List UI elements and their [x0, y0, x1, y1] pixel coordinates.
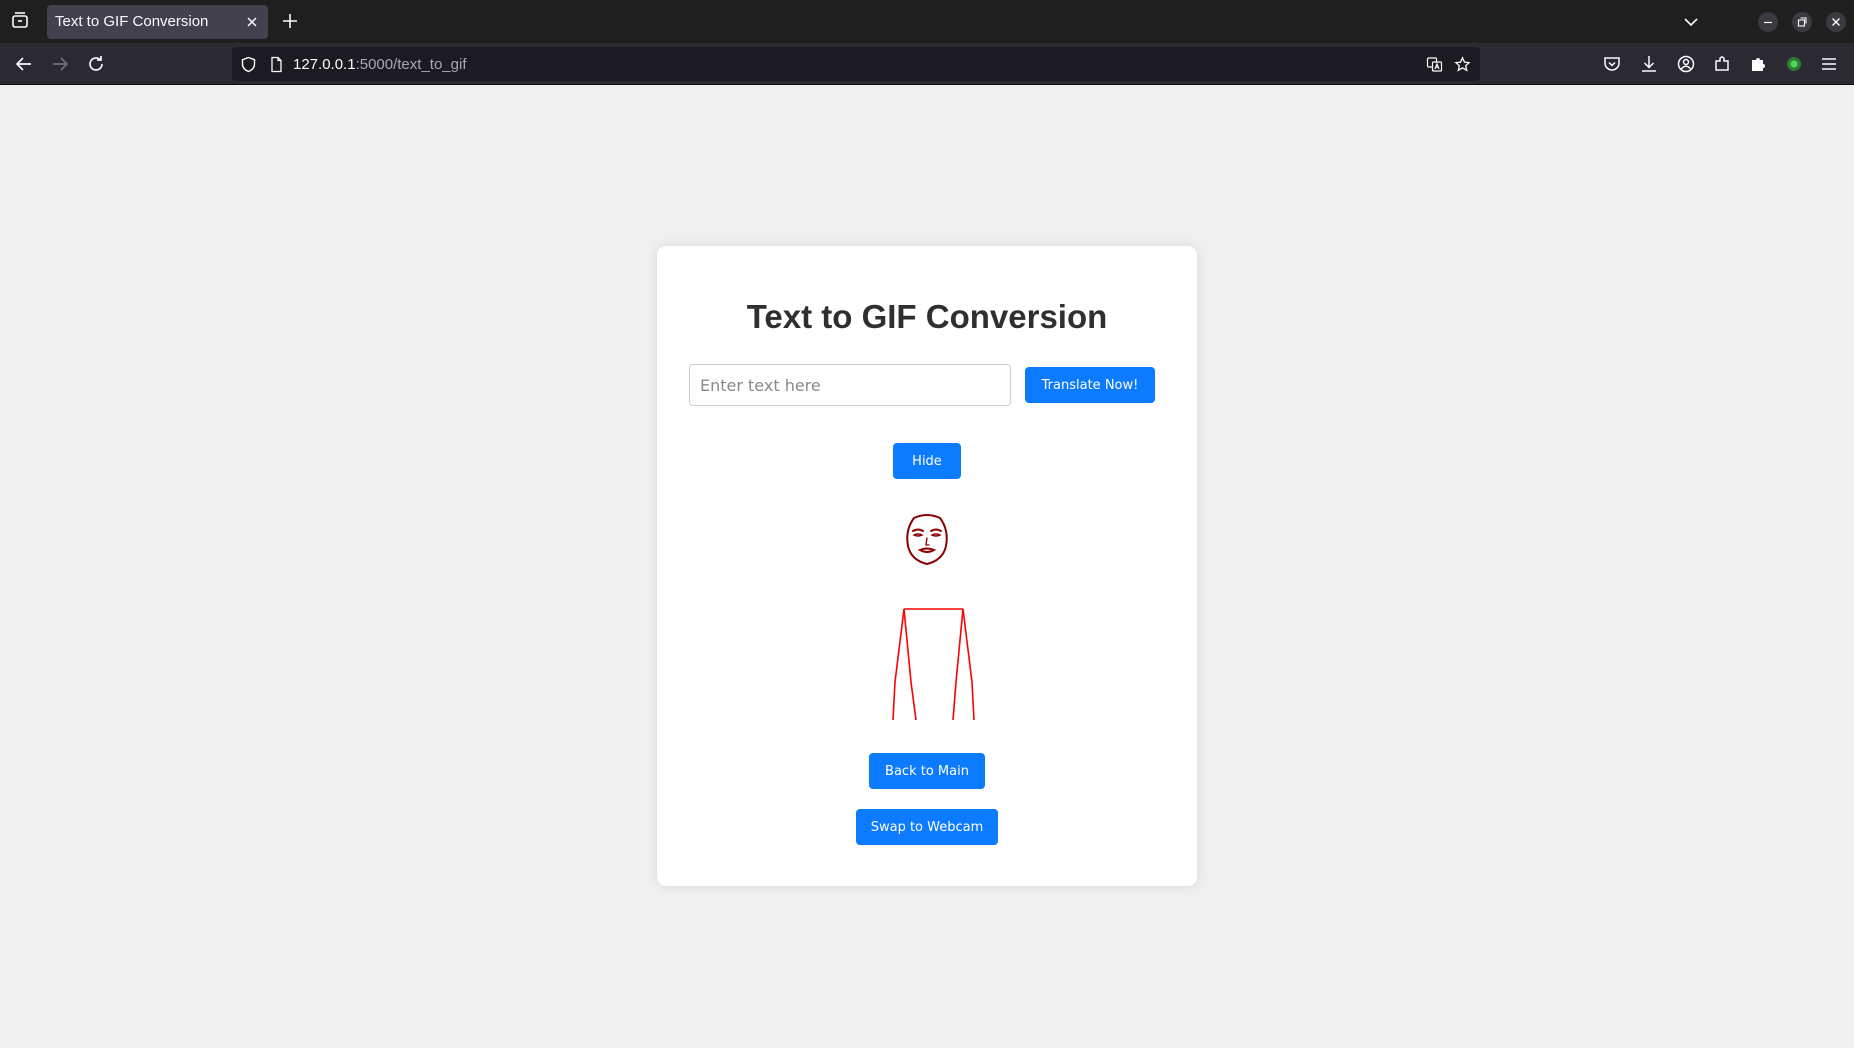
translate-icon[interactable] [1426, 56, 1443, 73]
plus-icon[interactable] [280, 11, 300, 31]
extensions-icon[interactable] [1711, 53, 1733, 75]
forward-arrow-icon[interactable] [49, 53, 71, 75]
pocket-icon[interactable] [1601, 53, 1623, 75]
back-arrow-icon[interactable] [13, 53, 35, 75]
url-host: 127.0.0.1 [293, 56, 356, 73]
tab-list-icon[interactable] [8, 9, 32, 33]
text-input[interactable] [689, 364, 1011, 406]
minimize-button[interactable] [1758, 12, 1778, 32]
active-tab[interactable]: Text to GIF Conversion [47, 5, 268, 39]
chevron-down-icon[interactable] [1681, 12, 1701, 32]
url-bar[interactable]: 127.0.0.1:5000/text_to_gif [232, 47, 1480, 81]
back-to-main-button[interactable]: Back to Main [869, 753, 985, 789]
star-icon[interactable] [1454, 56, 1471, 73]
download-icon[interactable] [1638, 53, 1660, 75]
avatar-figure [847, 508, 1007, 738]
status-dot-icon[interactable] [1783, 53, 1805, 75]
avatar-face [906, 514, 948, 566]
hide-button[interactable]: Hide [893, 443, 961, 479]
shield-icon[interactable] [240, 56, 257, 73]
avatar-body [892, 608, 975, 721]
conversion-card: Text to GIF Conversion Translate Now! Hi… [657, 246, 1197, 886]
account-icon[interactable] [1675, 53, 1697, 75]
puzzle-icon[interactable] [1747, 53, 1769, 75]
url-path: :5000/text_to_gif [355, 56, 467, 73]
navigation-toolbar: 127.0.0.1:5000/text_to_gif [0, 43, 1854, 85]
reload-icon[interactable] [85, 53, 107, 75]
page-title: Text to GIF Conversion [746, 298, 1108, 335]
page-icon[interactable] [268, 56, 285, 73]
translate-button[interactable]: Translate Now! [1025, 367, 1155, 403]
tab-title: Text to GIF Conversion [55, 13, 209, 30]
close-window-button[interactable] [1826, 12, 1846, 32]
close-icon[interactable] [244, 14, 260, 30]
close-window-icon [1832, 18, 1840, 26]
menu-icon[interactable] [1818, 53, 1840, 75]
restore-icon [1797, 17, 1807, 27]
minimize-icon [1764, 21, 1772, 24]
restore-button[interactable] [1792, 12, 1812, 32]
tab-strip: Text to GIF Conversion [0, 0, 1854, 43]
url-text[interactable]: 127.0.0.1:5000/text_to_gif [293, 56, 466, 73]
swap-to-webcam-button[interactable]: Swap to Webcam [856, 809, 998, 845]
